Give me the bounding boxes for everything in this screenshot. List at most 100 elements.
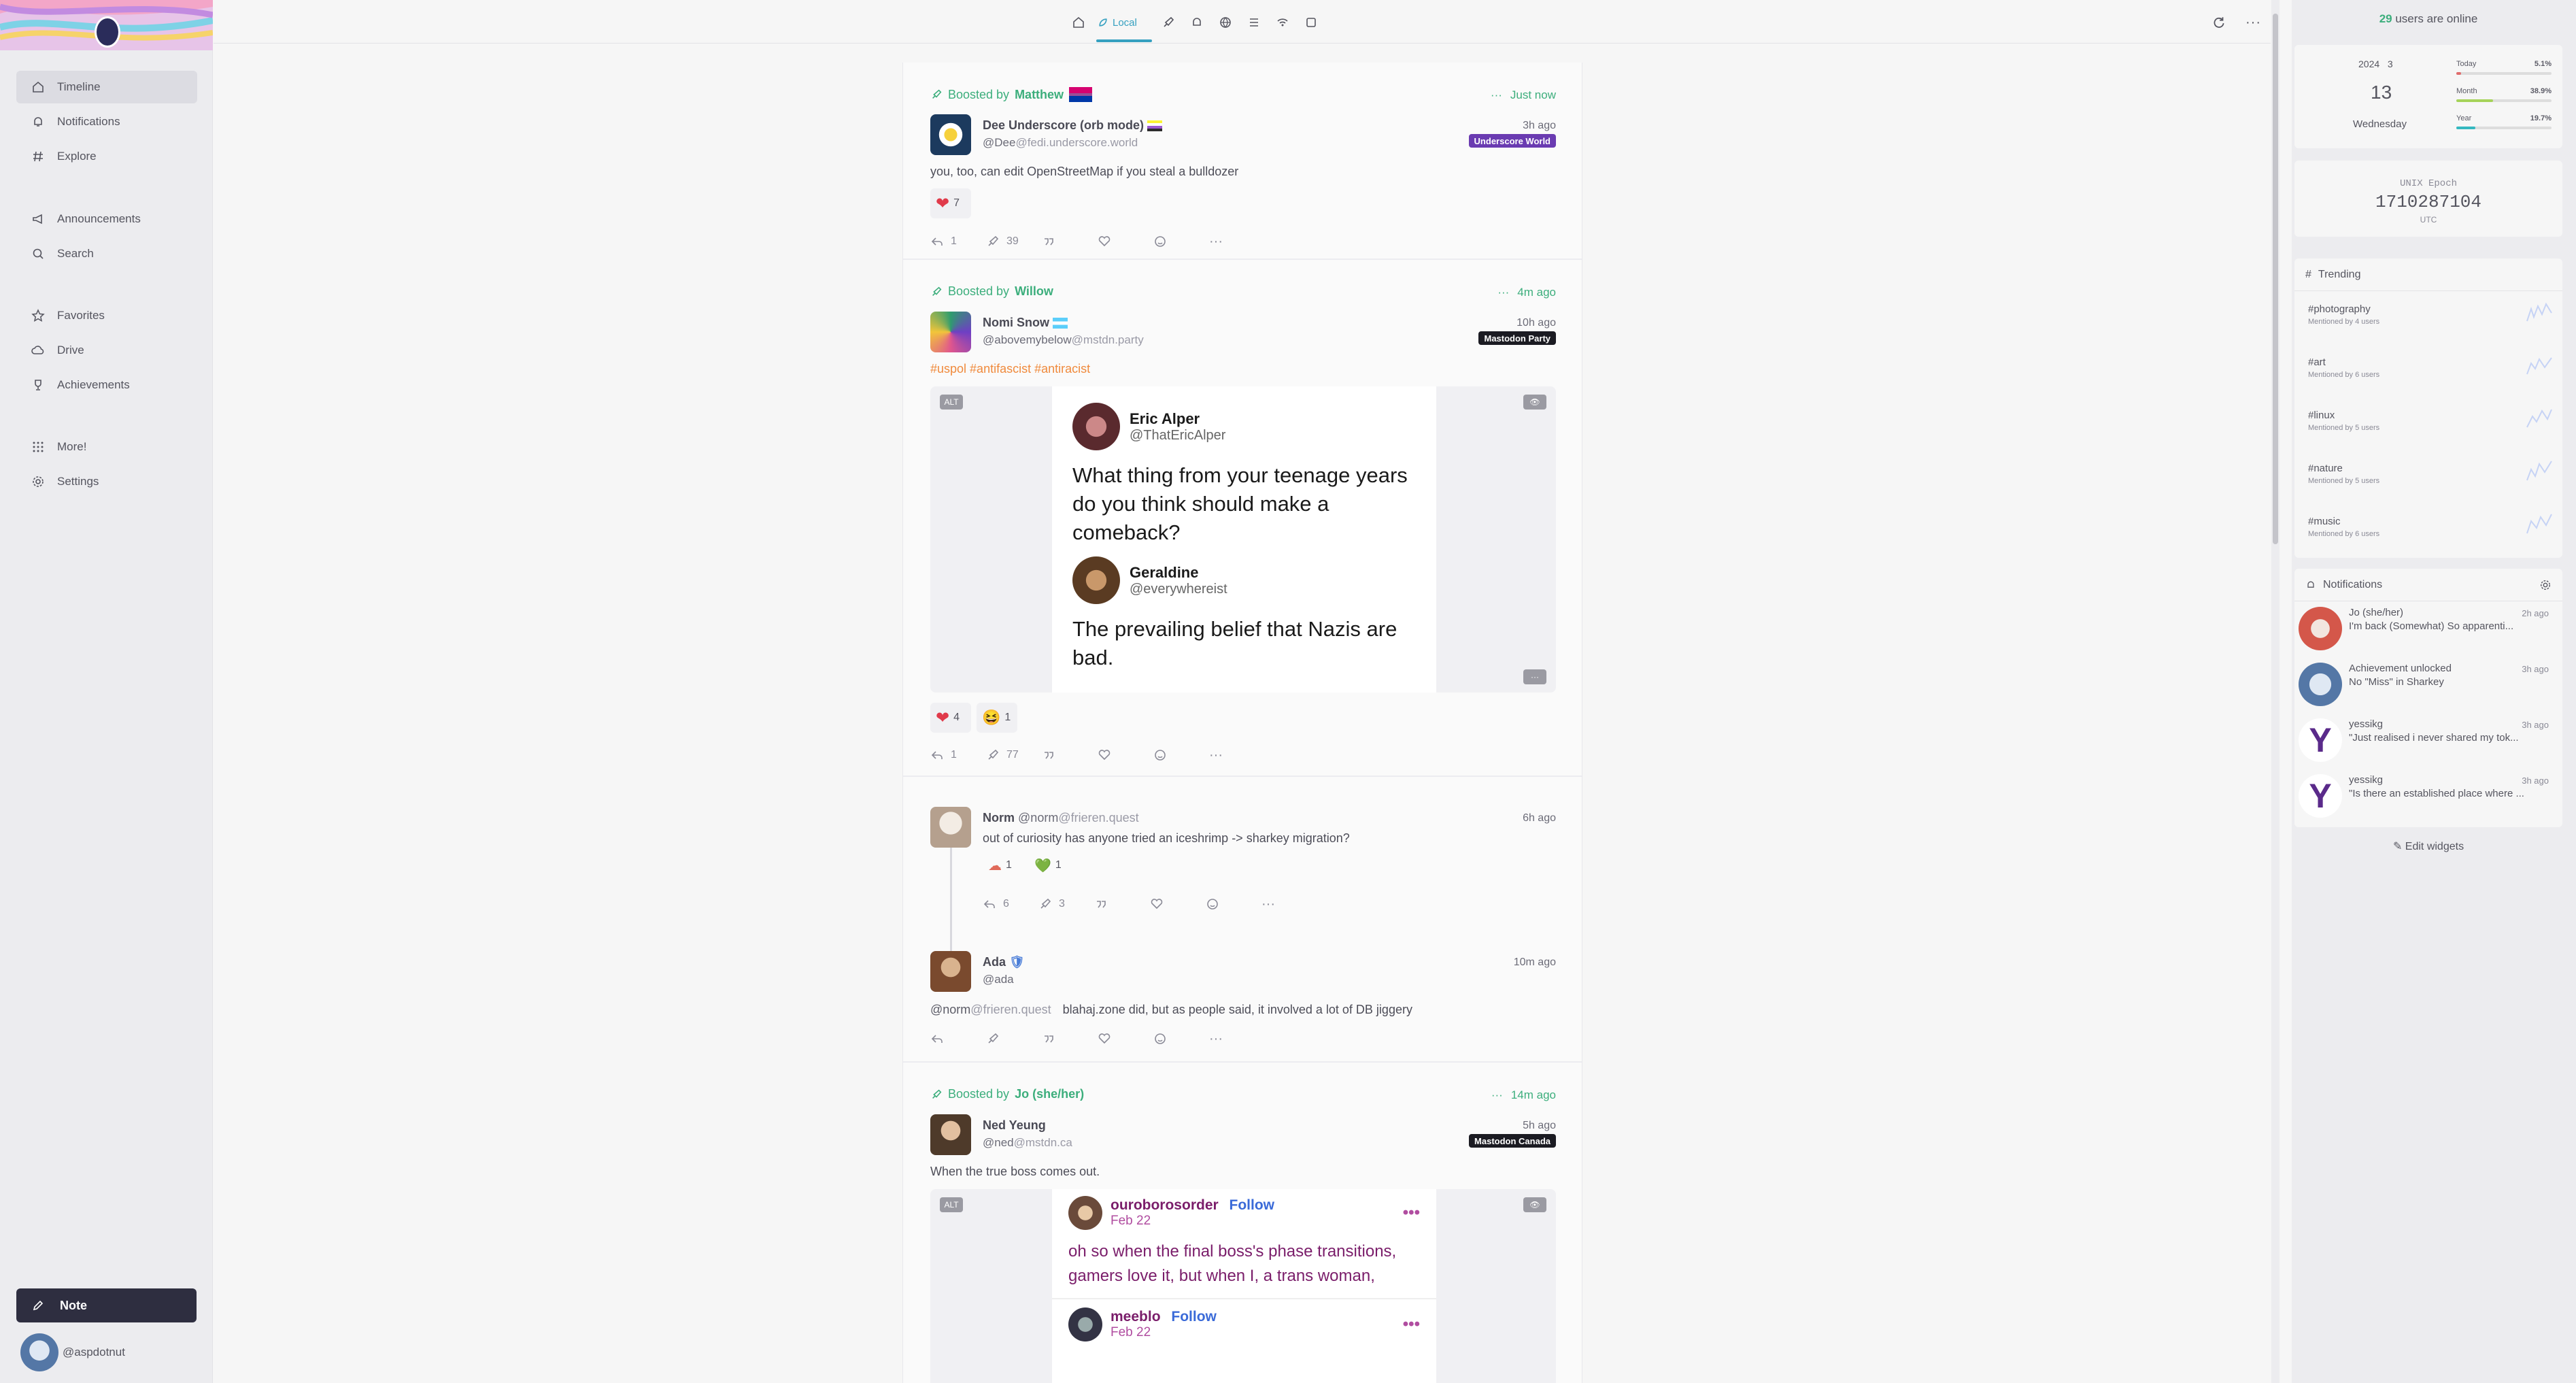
author-handle[interactable]: @Dee@fedi.underscore.world [983, 136, 1138, 150]
trending-item[interactable]: #linux Mentioned by 5 users [2308, 410, 2379, 432]
quote-button[interactable] [1094, 897, 1150, 911]
hide-media-button[interactable]: 👁 [1523, 1197, 1546, 1212]
author-name[interactable]: Ada 🛡 [983, 955, 1025, 969]
reply-button[interactable]: 1 [930, 748, 986, 762]
media-attachment[interactable]: ALT 👁 ··· Eric Alper @ThatEricAlper What… [930, 386, 1556, 693]
tab-local[interactable]: Local [1098, 12, 1137, 33]
renote-button[interactable]: 3 [1038, 897, 1094, 911]
quote-button[interactable] [1042, 1032, 1098, 1046]
reaction-heart[interactable]: ❤ 7 [930, 188, 971, 218]
trending-item[interactable]: #music Mentioned by 6 users [2308, 516, 2379, 538]
hashtags[interactable]: #uspol #antifascist #antiracist [930, 362, 1090, 376]
quote-button[interactable] [1042, 748, 1098, 762]
sidebar-item-settings[interactable]: Settings [16, 465, 197, 498]
media-attachment[interactable]: ALT 👁 ouroborosorder Follow Feb 22 ••• o… [930, 1189, 1556, 1383]
author-name[interactable]: Norm @norm@frieren.quest [983, 811, 1139, 825]
gear-icon[interactable] [2539, 579, 2552, 591]
reaction-laugh[interactable]: 😆 1 [977, 703, 1017, 733]
avatar[interactable] [930, 114, 971, 155]
react-button[interactable] [1153, 748, 1209, 762]
booster-name[interactable]: Willow [1015, 284, 1053, 299]
booster-name[interactable]: Matthew [1015, 88, 1064, 102]
author-handle[interactable]: @ada [983, 973, 1014, 986]
react-button[interactable] [1153, 1032, 1209, 1046]
quote-button[interactable] [1042, 235, 1098, 248]
sidebar-item-achievements[interactable]: Achievements [16, 369, 197, 401]
tab-social[interactable] [1162, 12, 1175, 33]
renote-button[interactable] [986, 1032, 1042, 1046]
note-time[interactable]: 6h ago [1523, 812, 1556, 824]
renote-button[interactable]: 77 [986, 748, 1042, 762]
note[interactable]: Boosted by Matthew ··· Just now Dee Under… [903, 63, 1582, 260]
like-button[interactable] [1150, 897, 1206, 911]
note-thread[interactable]: Norm @norm@frieren.quest 6h ago out of c… [903, 777, 1582, 1063]
sidebar-item-drive[interactable]: Drive [16, 334, 197, 367]
tab-global[interactable] [1219, 12, 1232, 33]
react-button[interactable] [1153, 235, 1209, 248]
instance-badge[interactable]: Underscore World [1468, 134, 1556, 148]
scrollbar-thumb[interactable] [2273, 14, 2278, 544]
account-switcher[interactable]: @aspdotnut [20, 1333, 125, 1371]
booster-name[interactable]: Jo (she/her) [1015, 1087, 1084, 1101]
tab-channel[interactable] [1304, 12, 1318, 33]
note-button[interactable]: Note [16, 1288, 197, 1322]
author-name[interactable]: Ned Yeung [983, 1118, 1046, 1133]
notification-item[interactable]: Y yessikg "Is there an established place… [2294, 771, 2562, 827]
more-button[interactable]: ··· [1209, 234, 1265, 250]
more-options-button[interactable]: ··· [2245, 12, 2261, 33]
author-name[interactable]: Nomi Snow [983, 316, 1068, 330]
tab-antenna[interactable] [1276, 12, 1289, 33]
more-button[interactable]: ··· [1261, 897, 1317, 912]
note-time[interactable]: 3h ago [1523, 120, 1556, 132]
like-button[interactable] [1098, 748, 1153, 762]
instance-logo[interactable] [95, 16, 120, 48]
trending-item[interactable]: #photography Mentioned by 4 users [2308, 303, 2379, 326]
more-button[interactable]: ··· [1209, 748, 1265, 763]
reply-button[interactable] [930, 1032, 986, 1046]
reload-button[interactable] [2211, 12, 2226, 33]
avatar[interactable] [930, 951, 971, 992]
edit-widgets-button[interactable]: ✎ Edit widgets [2294, 839, 2562, 853]
tab-bell[interactable] [1190, 12, 1204, 33]
alt-badge[interactable]: ALT [940, 395, 963, 410]
notification-item[interactable]: Achievement unlocked No "Miss" in Sharke… [2294, 660, 2562, 716]
trending-item[interactable]: #art Mentioned by 6 users [2308, 356, 2379, 379]
note[interactable]: Boosted by Jo (she/her) ··· 14m ago Ned Y… [903, 1063, 1582, 1383]
sidebar-item-announcements[interactable]: Announcements [16, 203, 197, 235]
sidebar-item-search[interactable]: Search [16, 237, 197, 270]
instance-badge[interactable]: Mastodon Party [1478, 331, 1556, 345]
sidebar-item-notifications[interactable]: Notifications [16, 105, 197, 138]
note-time[interactable]: 10m ago [1514, 956, 1556, 969]
media-menu-button[interactable]: ··· [1523, 669, 1546, 684]
sidebar-item-more[interactable]: More! [16, 431, 197, 463]
reaction-heart[interactable]: 💚 1 [1029, 850, 1070, 880]
more-button[interactable]: ··· [1209, 1031, 1265, 1047]
author-handle[interactable]: @ned@mstdn.ca [983, 1136, 1072, 1150]
note-time[interactable]: 10h ago [1516, 317, 1556, 329]
reply-button[interactable]: 6 [983, 897, 1038, 911]
renote-button[interactable]: 39 [986, 235, 1042, 248]
react-button[interactable] [1206, 897, 1261, 911]
sidebar-item-explore[interactable]: Explore [16, 140, 197, 173]
tab-lists[interactable] [1247, 12, 1261, 33]
notification-item[interactable]: Y yessikg "Just realised i never shared … [2294, 716, 2562, 771]
reaction-heart[interactable]: ❤ 4 [930, 703, 971, 733]
alt-badge[interactable]: ALT [940, 1197, 963, 1212]
sidebar-item-timeline[interactable]: Timeline [16, 71, 197, 103]
author-name[interactable]: Dee Underscore (orb mode) [983, 118, 1163, 133]
avatar[interactable] [930, 807, 971, 848]
mention[interactable]: @norm@frieren.quest [930, 1003, 1051, 1016]
notification-item[interactable]: Jo (she/her) I'm back (Somewhat) So appa… [2294, 604, 2562, 660]
avatar[interactable] [930, 312, 971, 352]
avatar[interactable] [930, 1114, 971, 1155]
reply-button[interactable]: 1 [930, 235, 986, 248]
like-button[interactable] [1098, 1032, 1153, 1046]
instance-badge[interactable]: Mastodon Canada [1469, 1134, 1556, 1148]
note[interactable]: Boosted by Willow ··· 4m ago Nomi Snow @a… [903, 260, 1582, 777]
tab-home[interactable] [1072, 12, 1085, 33]
note-time[interactable]: 5h ago [1523, 1120, 1556, 1132]
hide-media-button[interactable]: 👁 [1523, 395, 1546, 410]
sidebar-item-favorites[interactable]: Favorites [16, 299, 197, 332]
like-button[interactable] [1098, 235, 1153, 248]
author-handle[interactable]: @abovemybelow@mstdn.party [983, 333, 1144, 347]
